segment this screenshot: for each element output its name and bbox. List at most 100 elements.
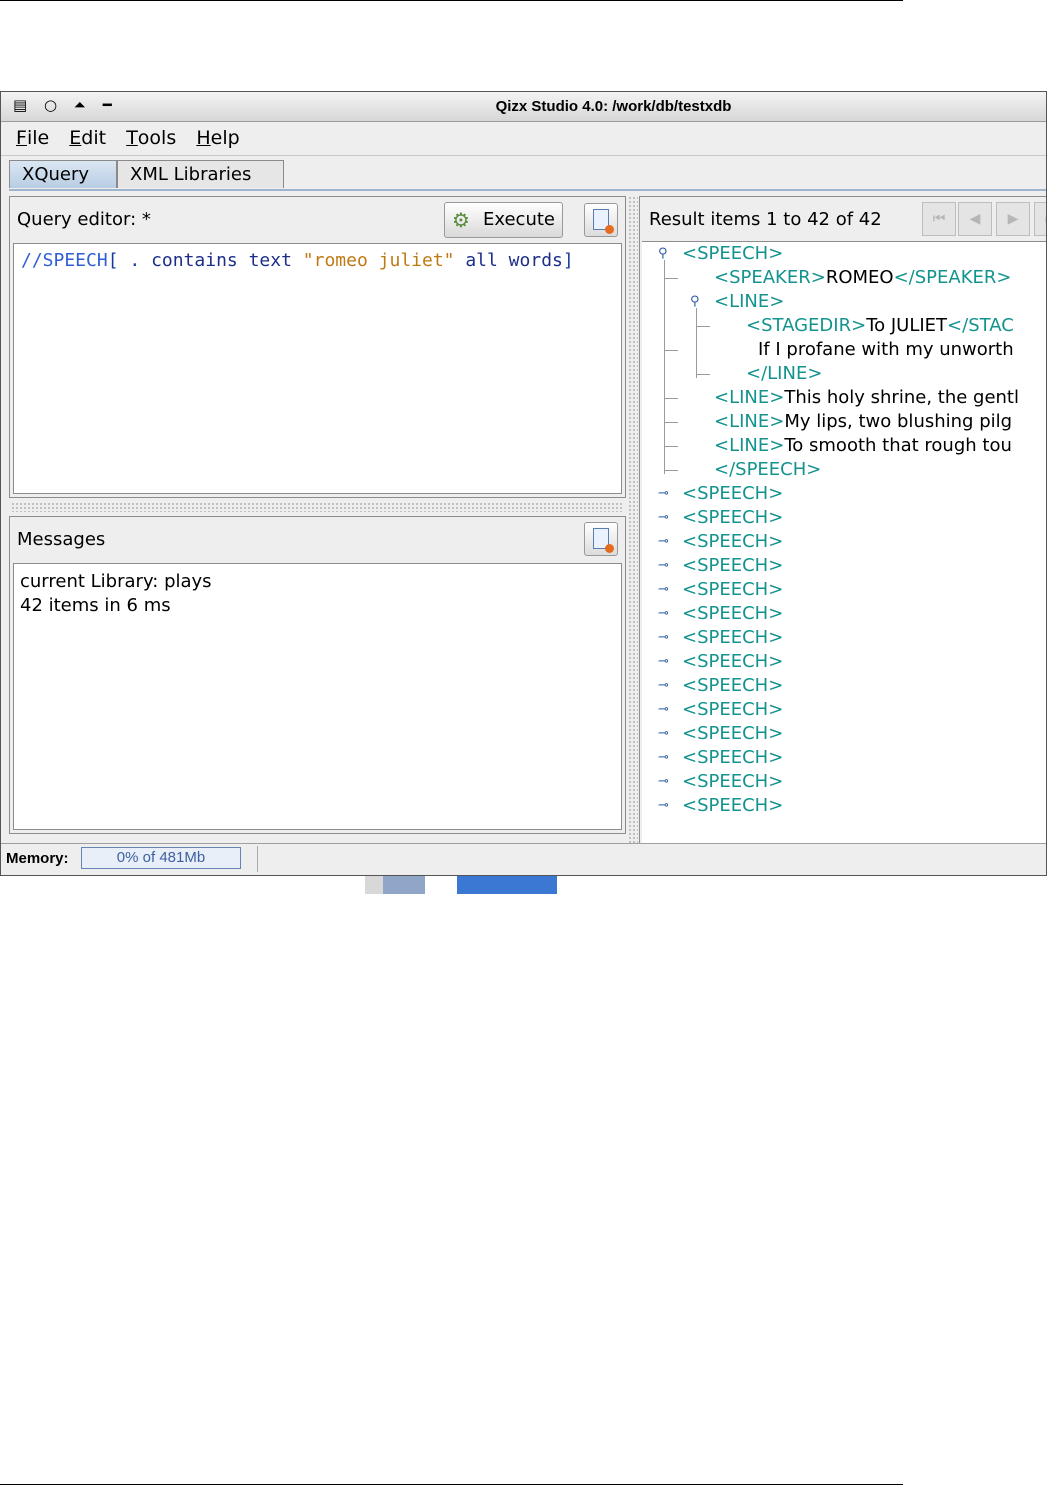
tree-connector xyxy=(664,278,678,279)
prev-icon: ◀ xyxy=(969,211,981,227)
tree-connector xyxy=(696,308,697,378)
tree-connector xyxy=(664,470,678,471)
message-line: 42 items in 6 ms xyxy=(20,595,171,616)
first-icon: ⏮ xyxy=(932,211,946,227)
tree-node-collapsed[interactable]: <SPEECH> xyxy=(682,770,783,794)
bottom-rule xyxy=(0,1484,903,1485)
menu-file[interactable]: File xyxy=(16,127,49,149)
next-icon: ▶ xyxy=(1007,211,1019,227)
tree-node[interactable]: </LINE> xyxy=(746,362,822,386)
query-editor-title: Query editor: * xyxy=(17,209,151,230)
collapsed-node-icon[interactable]: ⊸ xyxy=(658,674,670,698)
background-fragment xyxy=(365,876,425,894)
query-editor-header: Query editor: * ⚙ Execute xyxy=(10,197,625,241)
tree-node-collapsed[interactable]: <SPEECH> xyxy=(682,506,783,530)
tree-node-collapsed[interactable]: <SPEECH> xyxy=(682,746,783,770)
status-divider xyxy=(257,846,258,872)
document-clear-icon xyxy=(593,209,614,234)
tree-node[interactable]: If I profane with my unworth xyxy=(758,338,1014,362)
background-fragment xyxy=(457,876,557,894)
memory-indicator[interactable]: 0% of 481Mb xyxy=(81,847,241,869)
tree-connector xyxy=(664,422,678,423)
menu-tools[interactable]: Tools xyxy=(126,127,176,149)
status-bar: Memory: 0% of 481Mb xyxy=(1,843,1046,875)
collapsed-node-icon[interactable]: ⊸ xyxy=(658,602,670,626)
collapsed-node-icon[interactable]: ⊸ xyxy=(658,482,670,506)
window-title: Qizx Studio 4.0: /work/db/testxdb xyxy=(495,98,732,115)
prev-page-button[interactable]: ◀ xyxy=(958,202,992,236)
tree-node-collapsed[interactable]: <SPEECH> xyxy=(682,626,783,650)
tree-node-collapsed[interactable]: <SPEECH> xyxy=(682,650,783,674)
tree-node[interactable]: <STAGEDIR>To JULIET</STAC xyxy=(746,314,1014,338)
collapsed-node-icon[interactable]: ⊸ xyxy=(658,506,670,530)
collapsed-node-icon[interactable]: ⊸ xyxy=(658,746,670,770)
tree-connector xyxy=(696,326,710,327)
tree-node[interactable]: <LINE> xyxy=(714,290,784,314)
collapsed-node-icon[interactable]: ⊸ xyxy=(658,626,670,650)
tree-node-collapsed[interactable]: <SPEECH> xyxy=(682,698,783,722)
clear-messages-button[interactable] xyxy=(584,522,618,556)
tree-connector xyxy=(664,446,678,447)
collapsed-node-icon[interactable]: ⊸ xyxy=(658,794,670,818)
tree-node[interactable]: </SPEECH> xyxy=(714,458,821,482)
menu-edit[interactable]: Edit xyxy=(69,127,106,149)
menu-help[interactable]: Help xyxy=(196,127,239,149)
tree-node-collapsed[interactable]: <SPEECH> xyxy=(682,482,783,506)
horizontal-splitter[interactable] xyxy=(11,502,624,512)
tree-node[interactable]: <SPEECH> xyxy=(682,242,783,266)
collapsed-node-icon[interactable]: ⊸ xyxy=(658,578,670,602)
collapsed-node-icon[interactable]: ⊸ xyxy=(658,650,670,674)
last-page-button[interactable]: ⏭ xyxy=(1034,202,1046,236)
first-page-button[interactable]: ⏮ xyxy=(922,202,956,236)
messages-header: Messages xyxy=(10,517,625,561)
tab-xml-libraries[interactable]: XML Libraries xyxy=(117,160,284,188)
tree-node[interactable]: <LINE>This holy shrine, the gentl xyxy=(714,386,1019,410)
query-text-area[interactable]: //SPEECH[ . contains text "romeo juliet"… xyxy=(13,243,622,494)
results-title: Result items 1 to 42 of 42 xyxy=(649,209,882,230)
memory-label: Memory: xyxy=(6,850,69,867)
expanded-node-icon[interactable]: ⚲ xyxy=(690,290,702,314)
tree-node-collapsed[interactable]: <SPEECH> xyxy=(682,554,783,578)
message-line: current Library: plays xyxy=(20,571,212,592)
tree-connector xyxy=(664,260,665,474)
tree-node[interactable]: <LINE>To smooth that rough tou xyxy=(714,434,1012,458)
next-page-button[interactable]: ▶ xyxy=(996,202,1030,236)
expanded-node-icon[interactable]: ⚲ xyxy=(658,242,670,266)
collapsed-node-icon[interactable]: ⊸ xyxy=(658,770,670,794)
title-bar: ▤ ○ ⏶ ━ Qizx Studio 4.0: /work/db/testxd… xyxy=(1,92,1046,122)
collapsed-node-icon[interactable]: ⊸ xyxy=(658,554,670,578)
tree-node[interactable]: <LINE>My lips, two blushing pilg xyxy=(714,410,1012,434)
tree-node-collapsed[interactable]: <SPEECH> xyxy=(682,602,783,626)
vertical-splitter[interactable] xyxy=(628,196,638,875)
clear-editor-button[interactable] xyxy=(584,203,618,237)
tab-xquery[interactable]: XQuery xyxy=(9,160,117,188)
tree-node-collapsed[interactable]: <SPEECH> xyxy=(682,578,783,602)
execute-label: Execute xyxy=(483,209,555,230)
tree-connector xyxy=(696,374,710,375)
tree-node-collapsed[interactable]: <SPEECH> xyxy=(682,794,783,818)
tree-connector xyxy=(664,398,678,399)
top-rule xyxy=(0,0,903,1)
collapsed-node-icon[interactable]: ⊸ xyxy=(658,698,670,722)
query-code: //SPEECH[ . contains text "romeo juliet"… xyxy=(21,250,574,271)
collapsed-node-icon[interactable]: ⊸ xyxy=(658,722,670,746)
document-clear-icon xyxy=(593,528,614,553)
result-tree: ⚲ <SPEECH> <SPEAKER>ROMEO</SPEAKER> ⚲ <L… xyxy=(642,241,1046,875)
query-editor-panel: Query editor: * ⚙ Execute //SPEECH[ . co… xyxy=(9,196,626,498)
tree-node-collapsed[interactable]: <SPEECH> xyxy=(682,530,783,554)
collapsed-node-icon[interactable]: ⊸ xyxy=(658,530,670,554)
tree-node-collapsed[interactable]: <SPEECH> xyxy=(682,674,783,698)
tree-node[interactable]: <SPEAKER>ROMEO</SPEAKER> xyxy=(714,266,1011,290)
tree-connector xyxy=(664,350,678,351)
tree-node-collapsed[interactable]: <SPEECH> xyxy=(682,722,783,746)
messages-title: Messages xyxy=(17,529,106,550)
messages-panel: Messages current Library: plays 42 items… xyxy=(9,516,626,834)
messages-area: current Library: plays 42 items in 6 ms xyxy=(13,563,622,830)
tab-underline xyxy=(9,189,1046,191)
gear-icon: ⚙ xyxy=(452,208,470,232)
menu-bar: File Edit Tools Help xyxy=(1,122,1046,156)
app-window: ▤ ○ ⏶ ━ Qizx Studio 4.0: /work/db/testxd… xyxy=(0,91,1047,876)
execute-button[interactable]: ⚙ Execute xyxy=(444,202,563,238)
results-panel: Result items 1 to 42 of 42 ⏮ ◀ ▶ ⏭ ⚲ <SP… xyxy=(639,196,1046,875)
messages-text: current Library: plays 42 items in 6 ms xyxy=(20,570,212,618)
